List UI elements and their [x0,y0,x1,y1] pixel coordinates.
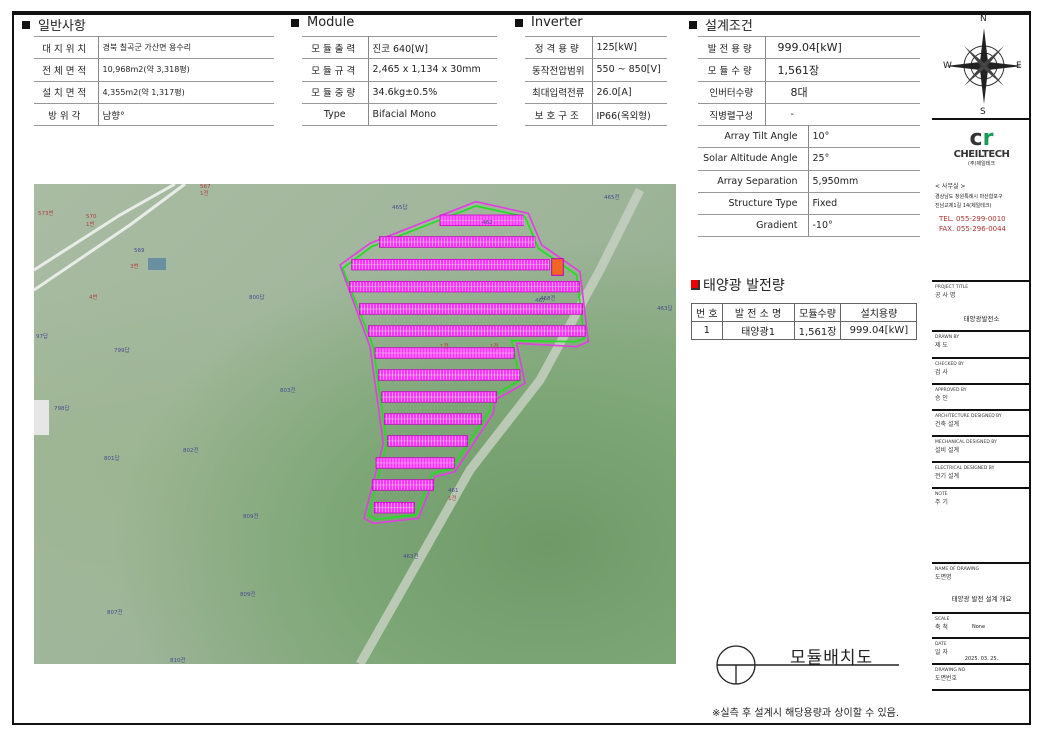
title-block-cell: CHECKED BY 검 사 [932,357,1031,383]
table-row: Array Separation 5,950mm [698,169,920,193]
module-table: 모듈출력 진코 640[W] 모듈규격 2,465 x 1,134 x 30mm 모… [302,35,497,127]
parcel-label: 798답 [54,405,70,412]
parcel-label: 801답 [104,455,120,462]
parcel-label: 809전 [240,590,256,598]
table-row: Array Tilt Angle 10° [698,124,920,149]
parcel-label: 465전 [604,193,620,201]
table-header-row: 번 호발 전 소 명 모듈수량 설치용량 [691,303,918,322]
parcel-label: 803전 [280,386,296,394]
table-row: Structure Type Fixed [698,191,920,216]
parcel-label: 463전 [403,552,419,560]
table-row: 대지위치 경북 칠곡군 가산면 용수리 [34,35,274,60]
general-section-title: 일반사항 [22,15,86,34]
title-block-cell: DRAWN BY 제 도 [932,330,1031,357]
parcel-label: 1번 [86,220,95,228]
parcel-label: 1전 [200,189,209,197]
table-row: 정격용량 125[kW] [525,35,667,60]
parcel-label: 567 [200,184,211,190]
parcel-label: 807전 [107,608,123,616]
design-en-table: Array Tilt Angle 10° Solar Altitude Angle… [698,124,920,238]
building [34,400,49,435]
table-row: Type Bifacial Mono [302,102,497,127]
title-block-cell: NOTE 주 기 [932,487,1031,562]
design-table: 발전용량 999.04[kW] 모듈수량 1,561장 인버터수량 8대 직병렬구성 - [698,35,920,127]
table-row: 모듈출력 진코 640[W] [302,35,497,60]
parcel-label: 800답 [249,294,265,301]
design-section-title: 설계조건 [689,15,753,34]
table-row: 모듈규격 2,465 x 1,134 x 30mm [302,58,497,82]
parcel-label: 461 [448,488,459,494]
title-block-cell [932,689,1031,725]
compass-n: N [980,14,987,24]
array-layout: 573번 5701번 569 3번 4번 800답 799답 97답 798답 803전 802전 8… [34,184,673,664]
title-block-cell: SCALE 축 척 None [932,612,1031,637]
parcel-label: 570 [86,214,97,220]
parcel-label: 97답 [36,333,48,340]
table-row: 방위각 남향° [34,102,274,127]
company-logo: cr CHEILTECH (주)제일테크 [953,126,1010,168]
parcel-label: 799답 [114,347,130,354]
parcel-label: 1전 [440,342,449,350]
table-row: 전체면적 10,968m2(약 3,318평) [34,58,274,82]
parcel-label: 1전 [448,494,457,502]
red-square-icon [691,280,700,290]
road [34,184,186,292]
compass-icon [946,28,1022,104]
compass-rose: N S E W [932,13,1031,118]
table-row: 발전용량 999.04[kW] [698,35,920,60]
table-row: 인버터수량 8대 [698,80,920,104]
table-row: 설치면적 4,355m2(약 1,317평) [34,80,274,104]
inverter-section-title: Inverter [515,15,583,30]
parcel-label: 569 [134,248,145,254]
aerial-map: 573번 570 1번 569 3번 4번 800답 799답 97답 798답 803전 802전 8… [34,184,676,664]
company-block: cr CHEILTECH (주)제일테크 < 사무실 > 경상남도 창원특례시 … [932,118,1031,280]
module-section-title: Module [291,15,354,30]
title-block-cell: DRAWING NO 도면번호 [932,663,1031,689]
parcel-label: 809전 [243,512,259,520]
parcel-label: 573번 [38,209,54,217]
generation-title: 태양광 발전량 [691,275,785,295]
title-block-cell: DATE 일 자 2025. 03. 25. [932,637,1031,663]
compass-e: E [1016,61,1022,71]
table-row: 모듈중량 34.6kg±0.5% [302,80,497,104]
parcel-label: 3번 [130,262,139,270]
note-text: ※실측 후 설계시 해당용량과 상이할 수 있음. [712,708,900,719]
generation-table: 번 호발 전 소 명 모듈수량 설치용량 1 태양광1 1,561장 999.04[kW] [691,303,918,340]
title-block-cell: APPROVED BY 승 인 [932,383,1031,409]
parcel-label: 462 [482,220,493,226]
parcel-label: 802전 [183,446,199,454]
table-row: Solar Altitude Angle 25° [698,147,920,171]
table-row: 최대입력전류 26.0[A] [525,80,667,104]
parcel-label: 468전 [540,294,556,302]
table-row: 모듈수량 1,561장 [698,58,920,82]
title-block-cell: ARCHITECTURE DESIGNED BY 건축 설계 [932,409,1031,435]
parcel-label: 465답 [392,204,408,211]
parcel-label: 4번 [89,293,98,301]
compass-s: S [980,107,986,117]
title-block-cell: MECHANICAL DESIGNED BY 설비 설계 [932,435,1031,461]
title-block-cell: NAME OF DRAWING 도면명 태양광 발전 설계 개요 [932,562,1031,612]
title-block-cell: ELECTRICAL DESIGNED BY 전기 설계 [932,461,1031,487]
table-row: Gradient -10° [698,214,920,238]
table-row: 보호구조 IP66(옥외형) [525,102,667,127]
inverter-table: 정격용량 125[kW] 동작전압범위 550 ~ 850[V] 최대입력전류 26.… [525,35,667,127]
inverter-box [551,258,564,276]
table-row: 직병렬구성 - [698,102,920,127]
title-block-cell: PROJECT TITLE 공 사 명 태양광발전소 [932,280,1031,330]
parcel-label: 810전 [170,656,186,664]
drawing-title: 모듈배치도 [790,648,874,668]
compass-w: W [943,61,952,71]
general-table: 대지위치 경북 칠곡군 가산면 용수리 전체면적 10,968m2(약 3,318평… [34,35,274,127]
table-row: 1 태양광1 1,561장 999.04[kW] [691,321,918,340]
table-row: 동작전압범위 550 ~ 850[V] [525,58,667,82]
parcel-label: 1전 [490,342,499,350]
parcel-label: 463답 [657,305,673,312]
building [148,258,166,270]
